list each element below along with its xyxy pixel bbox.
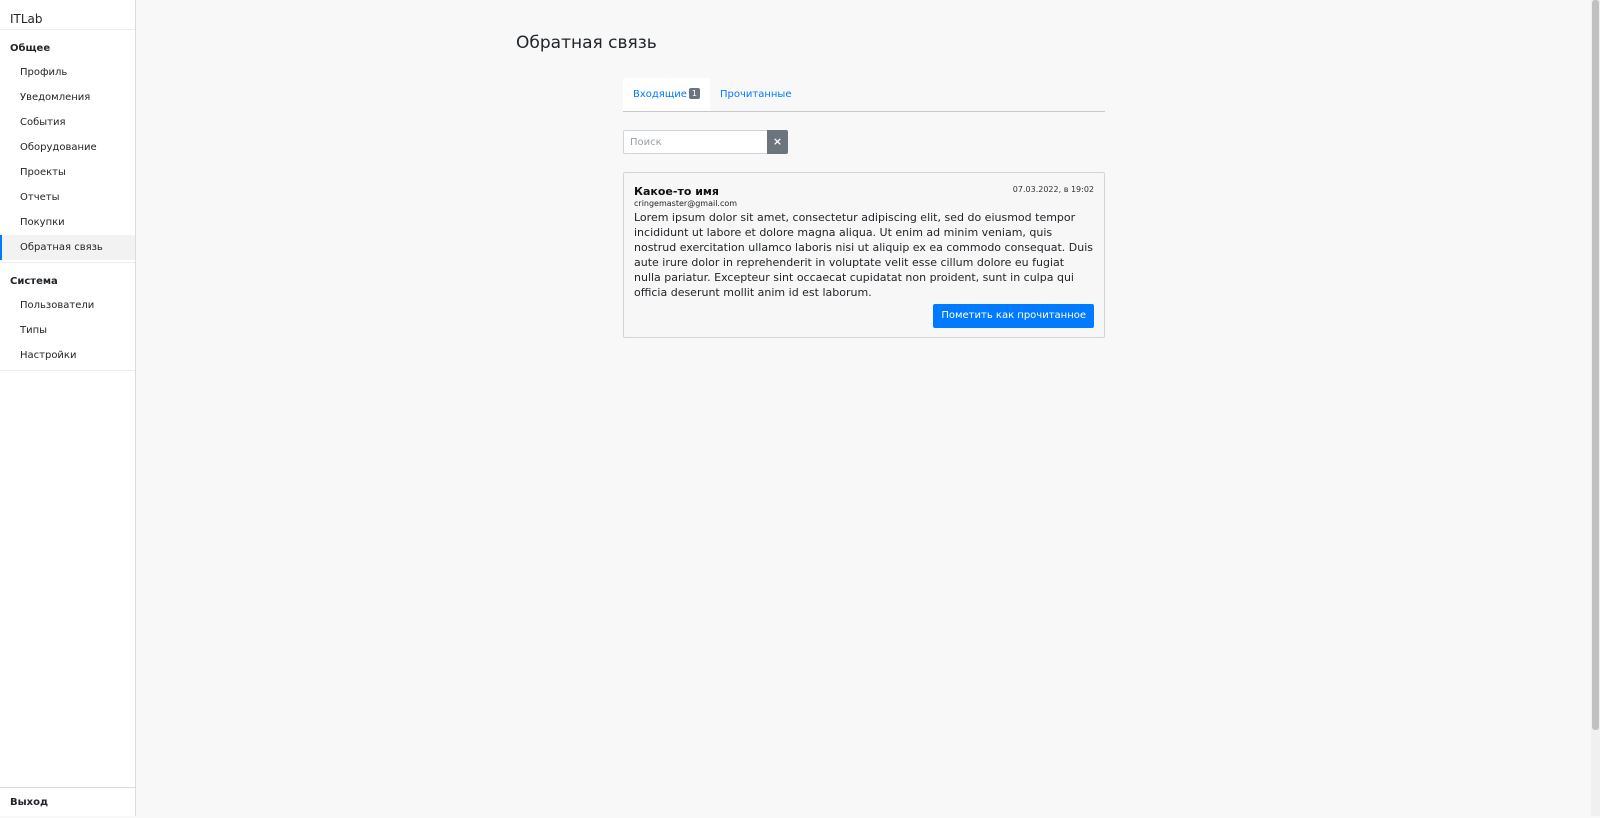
- feedback-content: Входящие1 Прочитанные × Какое-то имя 07.…: [623, 78, 1105, 338]
- nav-section-general: Общее Профиль Уведомления События Оборуд…: [0, 38, 135, 263]
- section-title-system: Система: [10, 276, 58, 287]
- sidebar-item-settings[interactable]: Настройки: [0, 343, 135, 368]
- scrollbar-thumb[interactable]: [1592, 0, 1599, 730]
- tab-inbox-label: Входящие: [633, 89, 687, 100]
- sidebar-item-events[interactable]: События: [0, 110, 135, 135]
- sidebar-item-reports[interactable]: Отчеты: [0, 185, 135, 210]
- feedback-message-card: Какое-то имя 07.03.2022, в 19:02 cringem…: [623, 172, 1105, 338]
- tab-inbox[interactable]: Входящие 1: [623, 78, 710, 111]
- sidebar-item-notifications[interactable]: Уведомления: [0, 85, 135, 110]
- tab-read[interactable]: Прочитанные: [710, 78, 801, 111]
- nav-section-system: Система Пользователи Типы Настройки: [0, 271, 135, 371]
- sidebar-item-feedback[interactable]: Обратная связь: [0, 235, 135, 260]
- sidebar-item-projects[interactable]: Проекты: [0, 160, 135, 185]
- section-title-general: Общее: [10, 43, 51, 54]
- unread-count-badge: 1: [688, 88, 700, 99]
- logout-button[interactable]: Выход: [0, 787, 135, 816]
- sidebar-item-purchases[interactable]: Покупки: [0, 210, 135, 235]
- sidebar-item-types[interactable]: Типы: [0, 318, 135, 343]
- clear-search-button[interactable]: ×: [767, 130, 788, 154]
- brand-logo[interactable]: ITLab: [0, 0, 135, 30]
- sender-name: Какое-то имя: [634, 185, 719, 198]
- message-timestamp: 07.03.2022, в 19:02: [1012, 185, 1094, 194]
- page-title: Обратная связь: [516, 33, 657, 53]
- search-input[interactable]: [623, 130, 767, 154]
- message-body: Lorem ipsum dolor sit amet, consectetur …: [634, 211, 1094, 299]
- sender-email: cringemaster@gmail.com: [634, 199, 738, 208]
- sidebar-item-equipment[interactable]: Оборудование: [0, 135, 135, 160]
- tab-read-label: Прочитанные: [720, 89, 792, 100]
- close-icon: ×: [772, 135, 783, 148]
- page-scrollbar[interactable]: [1591, 0, 1600, 816]
- sidebar: ITLab Общее Профиль Уведомления События …: [0, 0, 136, 816]
- tab-bar: Входящие 1 Прочитанные: [623, 78, 1105, 112]
- search-bar: ×: [623, 130, 1105, 154]
- sidebar-item-profile[interactable]: Профиль: [0, 60, 135, 85]
- mark-as-read-button[interactable]: Пометить как прочитанное: [933, 304, 1094, 328]
- sidebar-item-users[interactable]: Пользователи: [0, 293, 135, 318]
